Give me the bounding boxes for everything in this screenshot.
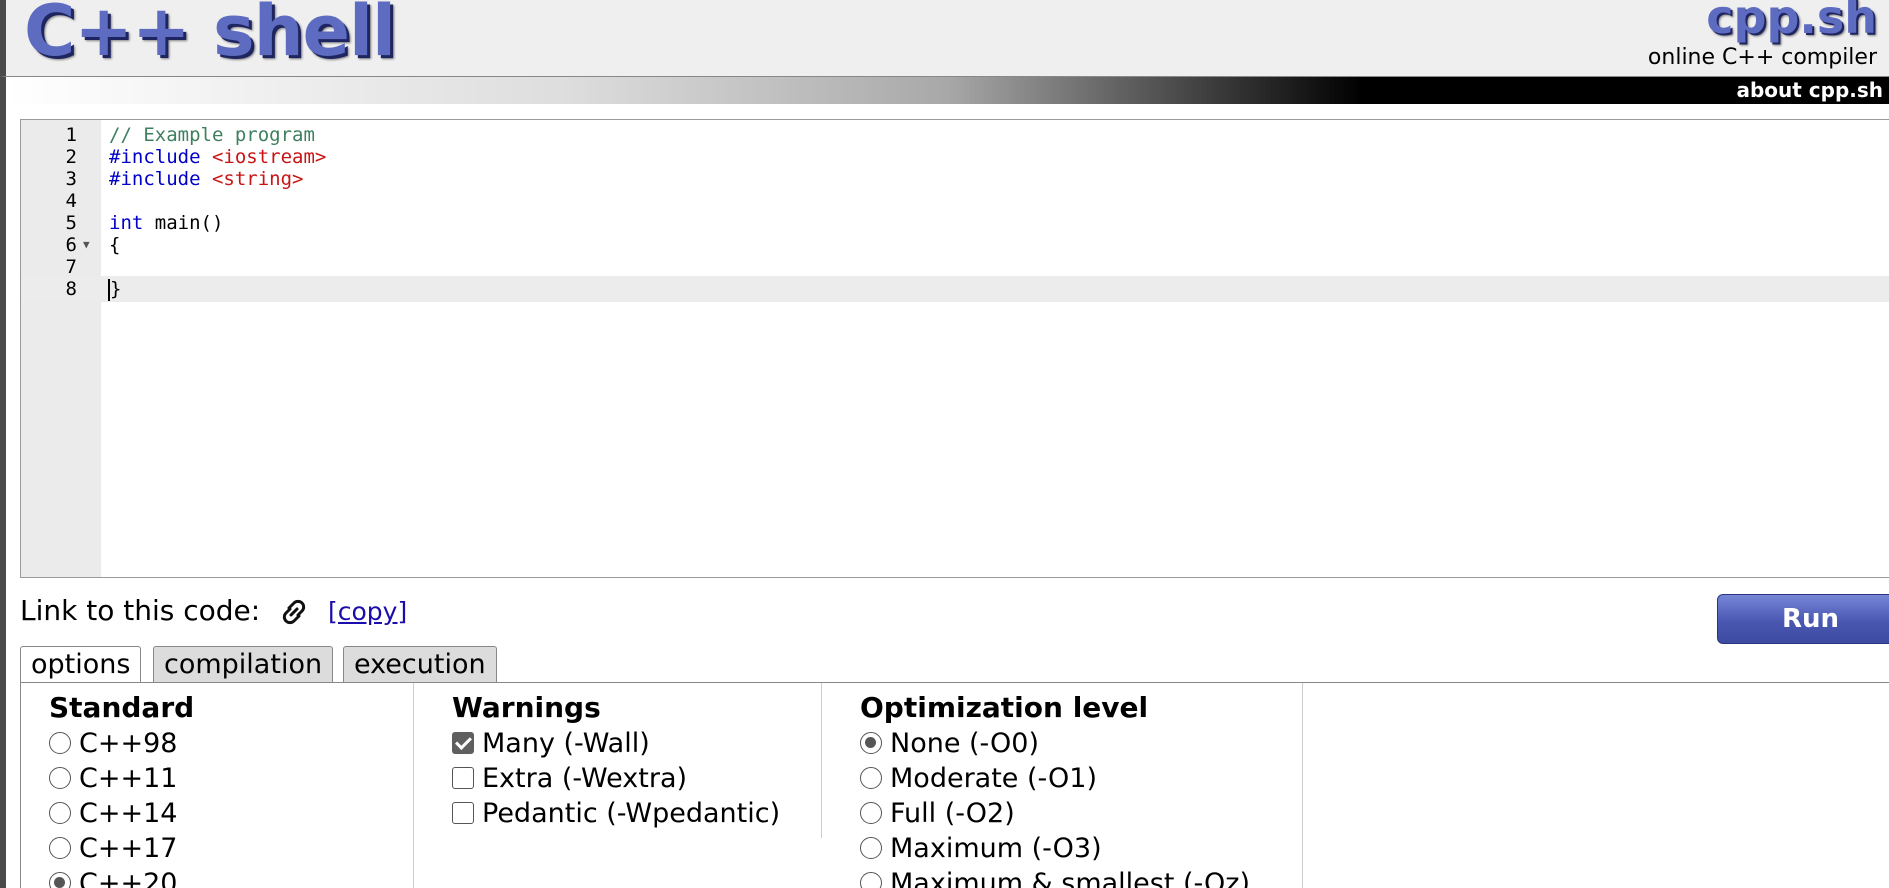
- radio-button[interactable]: [49, 732, 71, 754]
- radio-button[interactable]: [49, 767, 71, 789]
- share-link-label: Link to this code:: [20, 594, 261, 627]
- code-keyword: int: [109, 212, 144, 234]
- optimization-option-o3[interactable]: Maximum (-O3): [860, 832, 1102, 866]
- option-label: Moderate (-O1): [890, 763, 1097, 794]
- option-label: C++98: [79, 728, 178, 759]
- standard-option-cpp98[interactable]: C++98: [49, 727, 177, 761]
- radio-button[interactable]: [860, 767, 882, 789]
- page: C++ shell cpp.sh online C++ compiler abo…: [0, 0, 1889, 888]
- option-label: Maximum & smallest (-Oz): [890, 868, 1251, 888]
- radio-button-selected[interactable]: [860, 732, 882, 754]
- brand-logo[interactable]: cpp.sh: [1706, 0, 1877, 40]
- site-logo-title[interactable]: C++ shell: [24, 0, 396, 66]
- option-label: C++20: [79, 868, 178, 888]
- code-line-active[interactable]: 8 }: [21, 276, 1889, 302]
- optimization-group: Optimization level None (-O0) Moderate (…: [821, 683, 1303, 888]
- option-label: C++11: [79, 763, 178, 794]
- warning-option-wpedantic[interactable]: Pedantic (-Wpedantic): [452, 797, 780, 831]
- option-label: Extra (-Wextra): [482, 763, 688, 794]
- tab-execution[interactable]: execution: [343, 646, 497, 683]
- code-closing-brace: }: [110, 278, 122, 300]
- link-icon[interactable]: [277, 597, 311, 627]
- warnings-group: Warnings Many (-Wall) Extra (-Wextra) Pe…: [414, 683, 821, 888]
- standard-option-cpp20[interactable]: C++20: [49, 867, 177, 888]
- option-label: Full (-O2): [890, 798, 1015, 829]
- option-label: C++17: [79, 833, 178, 864]
- optimization-option-o2[interactable]: Full (-O2): [860, 797, 1015, 831]
- radio-button[interactable]: [49, 837, 71, 859]
- checkbox[interactable]: [452, 767, 474, 789]
- tab-options[interactable]: options: [20, 646, 142, 684]
- checkbox[interactable]: [452, 802, 474, 824]
- header: C++ shell cpp.sh online C++ compiler: [0, 0, 1889, 76]
- code-header-name: <string>: [211, 168, 304, 190]
- radio-button[interactable]: [860, 802, 882, 824]
- left-rule: [0, 104, 6, 888]
- optimization-option-o0[interactable]: None (-O0): [860, 727, 1039, 761]
- radio-button[interactable]: [860, 872, 882, 888]
- optimization-option-oz[interactable]: Maximum & smallest (-Oz): [860, 867, 1250, 888]
- radio-button[interactable]: [49, 802, 71, 824]
- standard-option-cpp14[interactable]: C++14: [49, 797, 177, 831]
- run-button[interactable]: Run: [1717, 594, 1889, 644]
- code-identifier: main(): [143, 212, 224, 234]
- option-label: Many (-Wall): [482, 728, 650, 759]
- radio-button-selected[interactable]: [49, 872, 71, 888]
- optimization-option-o1[interactable]: Moderate (-O1): [860, 762, 1097, 796]
- about-link[interactable]: about cpp.sh: [1736, 78, 1883, 102]
- code-text: }: [108, 276, 122, 302]
- code-header-name: <iostream>: [211, 146, 327, 168]
- standard-group: Standard C++98 C++11 C++14 C++17 C++20: [21, 683, 414, 888]
- option-label: Pedantic (-Wpedantic): [482, 798, 781, 829]
- code-directive: #include: [109, 146, 212, 168]
- copy-link[interactable]: [copy]: [328, 597, 407, 626]
- standard-title: Standard: [49, 691, 195, 724]
- nav-bar: about cpp.sh: [0, 76, 1889, 104]
- warnings-title: Warnings: [452, 691, 601, 724]
- tab-compilation[interactable]: compilation: [153, 646, 334, 683]
- warning-option-wextra[interactable]: Extra (-Wextra): [452, 762, 687, 796]
- share-link-row: Link to this code: [copy]: [20, 591, 407, 631]
- line-number: 8: [65, 278, 77, 300]
- code-editor[interactable]: 1 // Example program 2 #include <iostrea…: [20, 119, 1889, 578]
- option-label: C++14: [79, 798, 178, 829]
- code-directive: #include: [109, 168, 212, 190]
- standard-option-cpp17[interactable]: C++17: [49, 832, 177, 866]
- tagline: online C++ compiler: [1647, 45, 1877, 70]
- options-panel: Standard C++98 C++11 C++14 C++17 C++20 W…: [20, 682, 1889, 888]
- warning-option-wall[interactable]: Many (-Wall): [452, 727, 650, 761]
- optimization-title: Optimization level: [860, 691, 1149, 724]
- checkbox-checked[interactable]: [452, 732, 474, 754]
- radio-button[interactable]: [860, 837, 882, 859]
- option-label: None (-O0): [890, 728, 1040, 759]
- option-label: Maximum (-O3): [890, 833, 1102, 864]
- standard-option-cpp11[interactable]: C++11: [49, 762, 177, 796]
